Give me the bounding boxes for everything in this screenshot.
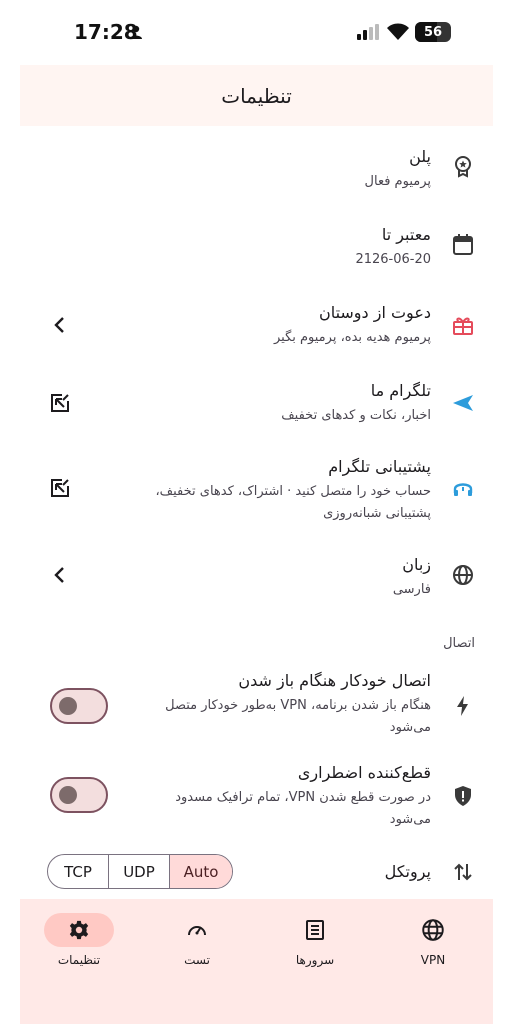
open-external-icon <box>51 478 70 497</box>
telegram-send-icon <box>453 395 473 411</box>
nav-active-indicator <box>44 913 114 947</box>
award-icon <box>455 156 471 178</box>
setting-invite-subtitle: پرمیوم هدیه بده، پرمیوم بگیر <box>273 330 431 345</box>
gift-icon <box>453 317 473 335</box>
swap-vertical-icon <box>454 863 472 881</box>
app-bar: تنظیمات <box>20 65 493 126</box>
protocol-option-tcp[interactable]: TCP <box>48 855 109 888</box>
nav-label-test: تست <box>184 953 210 967</box>
status-right: 56 <box>357 22 451 42</box>
section-connection-label: اتصال <box>443 636 475 651</box>
page-title: تنظیمات <box>221 83 292 108</box>
list-icon <box>306 920 324 940</box>
protocol-segmented-control: TCP UDP Auto <box>47 854 233 889</box>
setting-invite[interactable]: دعوت از دوستان پرمیوم هدیه بده، پرمیوم ب… <box>20 296 493 354</box>
nav-label-vpn: VPN <box>420 953 446 967</box>
kill-switch-title: قطع‌کننده اضطراری <box>297 763 431 782</box>
protocol-label: پروتکل <box>384 862 431 881</box>
setting-language-title: زبان <box>402 555 431 574</box>
setting-support-title: پشتیبانی تلگرام <box>328 457 431 476</box>
setting-language-subtitle: فارسی <box>392 582 431 597</box>
setting-plan-text: پلن پرمیوم فعال <box>365 146 431 193</box>
person-icon <box>130 25 142 39</box>
setting-language-text: زبان فارسی <box>393 554 431 601</box>
calendar-icon <box>453 234 473 255</box>
nav-item-vpn[interactable]: VPN <box>388 913 478 967</box>
globe-icon <box>453 565 473 585</box>
support-headset-icon <box>453 483 473 496</box>
auto-connect-subtitle-1: هنگام باز شدن برنامه، VPN به‌طور خودکار … <box>165 698 431 713</box>
bottom-navigation: VPN سرورها تست تنظیمات <box>20 899 493 1024</box>
speedometer-icon <box>188 926 206 936</box>
nav-label-settings: تنظیمات <box>57 953 101 967</box>
setting-telegram-text: تلگرام ما اخبار، نکات و کدهای تخفیف <box>281 380 431 427</box>
globe-icon <box>422 919 444 941</box>
setting-expiry-subtitle: 2126-06-20 <box>355 252 431 267</box>
open-external-icon <box>51 393 70 412</box>
setting-support-subtitle-2: پشتیبانی شبانه‌روزی <box>323 506 431 521</box>
setting-plan-title: پلن <box>409 147 431 166</box>
status-bar: 17:28 56 <box>0 0 513 64</box>
signal-icon <box>357 24 379 40</box>
shield-icon <box>455 786 471 806</box>
setting-invite-text: دعوت از دوستان پرمیوم هدیه بده، پرمیوم ب… <box>274 302 431 349</box>
protocol-text: پروتکل <box>385 861 431 883</box>
setting-support-text: پشتیبانی تلگرام حساب خود را متصل کنید · … <box>155 456 431 525</box>
setting-expiry-title: معتبر تا <box>381 225 431 244</box>
setting-telegram-title: تلگرام ما <box>370 381 431 400</box>
kill-switch-subtitle-2: می‌شود <box>389 812 431 827</box>
nav-item-settings[interactable]: تنظیمات <box>34 913 124 967</box>
setting-auto-connect: اتصال خودکار هنگام باز شدن هنگام باز شدن… <box>20 668 493 746</box>
battery-icon: 56 <box>415 22 451 42</box>
auto-connect-toggle[interactable] <box>50 688 108 724</box>
nav-label-servers: سرورها <box>295 953 335 967</box>
toggle-knob <box>59 786 77 804</box>
setting-support-subtitle-1: حساب خود را متصل کنید · اشتراک، کدهای تخ… <box>155 484 431 499</box>
setting-expiry[interactable]: معتبر تا 2126-06-20 <box>20 218 493 276</box>
bolt-icon <box>457 696 468 716</box>
nav-item-servers[interactable]: سرورها <box>270 913 360 967</box>
kill-switch-subtitle-1: در صورت قطع شدن VPN، تمام ترافیک مسدود <box>175 790 431 805</box>
auto-connect-text: اتصال خودکار هنگام باز شدن هنگام باز شدن… <box>165 670 431 739</box>
auto-connect-title: اتصال خودکار هنگام باز شدن <box>238 671 431 690</box>
protocol-option-udp[interactable]: UDP <box>109 855 170 888</box>
chevron-left-icon <box>54 567 64 583</box>
protocol-option-auto[interactable]: Auto <box>170 855 232 888</box>
setting-support[interactable]: پشتیبانی تلگرام حساب خود را متصل کنید · … <box>20 452 493 530</box>
gear-icon <box>69 920 89 940</box>
battery-level: 56 <box>423 24 443 40</box>
setting-invite-title: دعوت از دوستان <box>318 303 431 322</box>
wifi-icon <box>387 23 409 40</box>
setting-plan[interactable]: پلن پرمیوم فعال <box>20 140 493 198</box>
setting-expiry-text: معتبر تا 2126-06-20 <box>355 224 431 271</box>
kill-switch-text: قطع‌کننده اضطراری در صورت قطع شدن VPN، ت… <box>175 762 431 831</box>
setting-language[interactable]: زبان فارسی <box>20 552 493 610</box>
kill-switch-toggle[interactable] <box>50 777 108 813</box>
setting-plan-subtitle: پرمیوم فعال <box>364 174 431 189</box>
setting-telegram-subtitle: اخبار، نکات و کدهای تخفیف <box>281 408 431 423</box>
nav-item-test[interactable]: تست <box>152 913 242 967</box>
setting-telegram[interactable]: تلگرام ما اخبار، نکات و کدهای تخفیف <box>20 374 493 432</box>
chevron-left-icon <box>54 317 64 333</box>
auto-connect-subtitle-2: می‌شود <box>389 720 431 735</box>
setting-kill-switch: قطع‌کننده اضطراری در صورت قطع شدن VPN، ت… <box>20 760 493 838</box>
toggle-knob <box>59 697 77 715</box>
